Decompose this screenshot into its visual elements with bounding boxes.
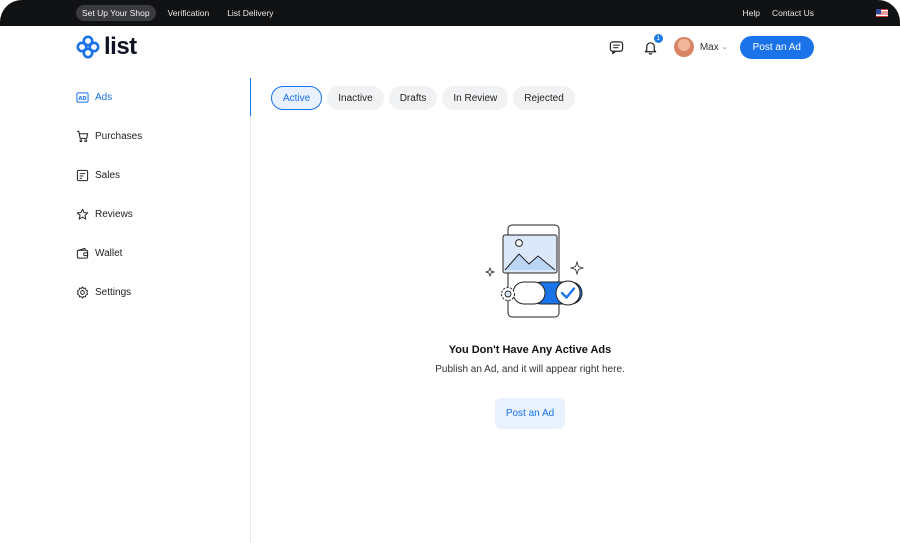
chevron-down-icon[interactable]: ⌄: [722, 43, 728, 51]
messages-icon[interactable]: [608, 38, 626, 56]
sidebar-item-reviews[interactable]: Reviews: [76, 195, 246, 234]
tab-rejected[interactable]: Rejected: [513, 86, 575, 110]
main-header: list 1 Max ⌄ Post an Ad: [0, 26, 900, 68]
sidebar-item-purchases[interactable]: Purchases: [76, 117, 246, 156]
tab-drafts[interactable]: Drafts: [388, 86, 438, 110]
tab-inactive[interactable]: Inactive: [327, 86, 384, 110]
app-window: Set Up Your Shop Verification List Deliv…: [0, 0, 900, 543]
top-bar: Set Up Your Shop Verification List Deliv…: [0, 0, 900, 26]
verification-link[interactable]: Verification: [162, 8, 216, 18]
list-delivery-link[interactable]: List Delivery: [221, 8, 279, 18]
star-icon: [76, 208, 89, 221]
sidebar-item-label: Purchases: [95, 131, 143, 142]
logo-mark-icon: [76, 35, 100, 59]
gear-icon: [76, 286, 89, 299]
sidebar-item-label: Wallet: [95, 248, 123, 259]
set-up-shop-link[interactable]: Set Up Your Shop: [76, 5, 156, 21]
contact-us-link[interactable]: Contact Us: [766, 8, 820, 18]
sidebar-item-wallet[interactable]: Wallet: [76, 234, 246, 273]
help-link[interactable]: Help: [736, 8, 765, 18]
ad-status-tabs: Active Inactive Drafts In Review Rejecte…: [271, 86, 575, 110]
notifications-bell-icon[interactable]: 1: [642, 34, 663, 56]
user-name[interactable]: Max: [700, 42, 719, 53]
logo[interactable]: list: [76, 33, 137, 61]
post-ad-button[interactable]: Post an Ad: [739, 35, 814, 59]
sidebar-item-settings[interactable]: Settings: [76, 273, 246, 312]
empty-ads-illustration: [484, 224, 585, 318]
sidebar-item-label: Sales: [95, 170, 121, 181]
cart-icon: [76, 130, 89, 143]
ad-icon: AD: [76, 91, 89, 104]
wallet-icon: [76, 247, 89, 260]
logo-text: list: [104, 33, 137, 60]
empty-state-subtitle: Publish an Ad, and it will appear right …: [435, 364, 625, 375]
us-flag-icon[interactable]: [876, 9, 888, 17]
sidebar: AD Ads Purchases Sales Reviews Wallet Se…: [76, 78, 246, 312]
receipt-icon: [76, 169, 89, 182]
tab-active[interactable]: Active: [271, 86, 323, 110]
sidebar-item-label: Reviews: [95, 209, 133, 220]
sidebar-item-sales[interactable]: Sales: [76, 156, 246, 195]
active-indicator: [250, 78, 251, 116]
notification-badge: 1: [653, 34, 663, 43]
empty-state: You Don't Have Any Active Ads Publish an…: [330, 220, 730, 429]
sidebar-item-ads[interactable]: AD Ads: [76, 78, 246, 117]
sidebar-item-label: Settings: [95, 287, 132, 298]
sidebar-divider: [250, 78, 251, 543]
empty-post-ad-button[interactable]: Post an Ad: [494, 398, 566, 429]
svg-text:AD: AD: [78, 96, 86, 102]
empty-state-title: You Don't Have Any Active Ads: [448, 344, 612, 356]
tab-in-review[interactable]: In Review: [442, 86, 509, 110]
avatar[interactable]: [673, 37, 694, 57]
sidebar-item-label: Ads: [95, 92, 113, 103]
